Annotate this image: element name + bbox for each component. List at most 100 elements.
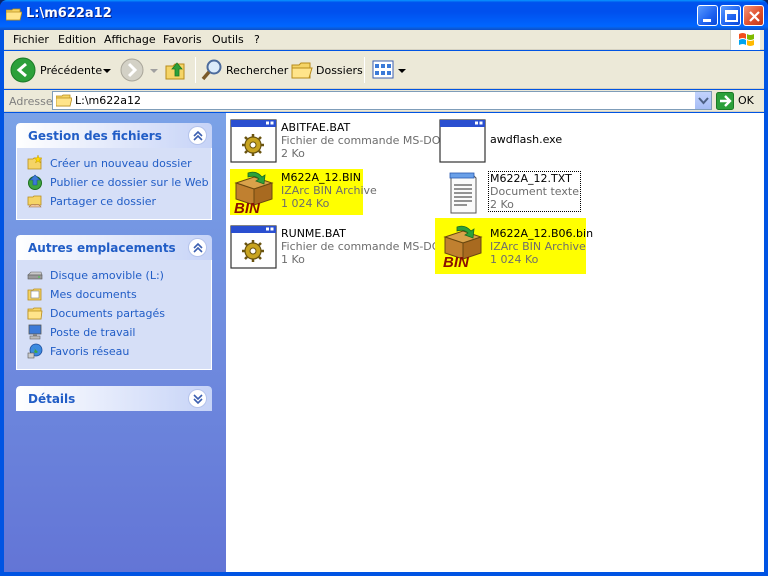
task-share-folder[interactable]: Partager ce dossier xyxy=(17,192,211,211)
address-bar: Adresse L:\m622a12 OK xyxy=(4,90,764,112)
place-network-favorites[interactable]: Favoris réseau xyxy=(17,342,211,361)
other-places-body: Disque amovible (L:) Mes documents Docum… xyxy=(16,260,212,370)
file-size: 2 Ko xyxy=(281,147,305,160)
minimize-icon xyxy=(703,19,711,22)
up-folder-button[interactable] xyxy=(164,56,190,84)
my-documents-icon xyxy=(27,288,42,301)
svg-text:BIN: BIN xyxy=(443,254,470,269)
chevron-down-icon xyxy=(103,69,111,73)
folders-button[interactable]: Dossiers xyxy=(290,56,363,84)
file-item[interactable]: RUNME.BAT Fichier de commande MS-DOS 1 K… xyxy=(230,225,447,271)
share-folder-icon xyxy=(27,195,42,208)
folders-label: Dossiers xyxy=(316,64,363,77)
file-name: M622A_12.B06.bin xyxy=(490,227,594,240)
maximize-button[interactable] xyxy=(720,5,741,26)
file-item[interactable]: awdflash.exe xyxy=(439,119,639,165)
place-my-computer[interactable]: Poste de travail xyxy=(17,323,211,342)
address-input[interactable]: L:\m622a12 xyxy=(52,91,712,110)
file-item[interactable]: ABITFAE.BAT Fichier de commande MS-DOS 2… xyxy=(230,119,447,165)
standard-toolbar: Précédente Rechercher Dossiers xyxy=(4,51,764,89)
collapse-chevron-icon[interactable] xyxy=(188,126,207,145)
file-name: M622A_12.BIN xyxy=(281,171,362,184)
task-publish-web[interactable]: Publier ce dossier sur le Web xyxy=(17,173,211,192)
file-name: RUNME.BAT xyxy=(281,227,346,240)
file-list-view[interactable]: ABITFAE.BAT Fichier de commande MS-DOS 2… xyxy=(226,113,764,572)
file-type: Fichier de commande MS-DOS xyxy=(281,240,448,253)
file-tasks-panel: Gestion des fichiers Créer un nouveau do… xyxy=(16,123,212,220)
windows-logo-icon xyxy=(730,30,760,50)
file-name: M622A_12.TXT xyxy=(490,172,572,185)
details-panel: Détails xyxy=(16,386,212,411)
batch-file-icon xyxy=(230,225,277,269)
back-label: Précédente xyxy=(40,64,103,77)
bin-archive-icon: BIN xyxy=(443,225,483,269)
file-name: ABITFAE.BAT xyxy=(281,121,351,134)
chevron-down-icon xyxy=(698,97,709,105)
task-pane: Gestion des fichiers Créer un nouveau do… xyxy=(4,113,226,572)
go-button[interactable]: OK xyxy=(716,92,760,110)
menu-edition[interactable]: Edition xyxy=(58,33,96,46)
back-arrow-icon xyxy=(10,57,36,83)
details-title: Détails xyxy=(28,392,76,406)
details-header[interactable]: Détails xyxy=(16,386,212,411)
menu-help[interactable]: ? xyxy=(254,33,260,46)
file-size: 2 Ko xyxy=(490,198,514,211)
file-type: IZArc BIN Archive xyxy=(281,184,377,197)
close-button[interactable] xyxy=(743,5,764,26)
file-item[interactable]: BIN M622A_12.BIN IZArc BIN Archive 1 024… xyxy=(230,169,377,215)
window-title: L:\m622a12 xyxy=(26,6,112,21)
file-tasks-body: Créer un nouveau dossier Publier ce doss… xyxy=(16,148,212,220)
task-new-folder[interactable]: Créer un nouveau dossier xyxy=(17,154,211,173)
go-arrow-icon xyxy=(716,92,734,110)
shared-documents-icon xyxy=(27,307,43,320)
other-places-header[interactable]: Autres emplacements xyxy=(16,235,212,260)
search-icon xyxy=(201,59,222,81)
forward-button[interactable] xyxy=(118,56,158,84)
my-computer-icon xyxy=(28,324,42,340)
file-item[interactable]: BIN M622A_12.B06.bin IZArc BIN Archive 1… xyxy=(435,218,593,274)
file-size: 1 024 Ko xyxy=(490,253,539,266)
views-button[interactable] xyxy=(370,56,406,84)
chevron-down-icon xyxy=(150,69,158,73)
svg-text:BIN: BIN xyxy=(234,200,261,215)
expand-chevron-icon[interactable] xyxy=(188,389,207,408)
file-size: 1 024 Ko xyxy=(281,197,330,210)
menu-fichier[interactable]: Fichier xyxy=(13,33,49,46)
place-my-documents[interactable]: Mes documents xyxy=(17,285,211,304)
title-bar[interactable]: L:\m622a12 xyxy=(0,0,768,30)
place-removable-disk[interactable]: Disque amovible (L:) xyxy=(17,266,211,285)
file-type: IZArc BIN Archive xyxy=(490,240,586,253)
search-button[interactable]: Rechercher xyxy=(200,56,289,84)
bin-archive-icon: BIN xyxy=(234,171,274,215)
file-tasks-title: Gestion des fichiers xyxy=(28,129,162,143)
address-label: Adresse xyxy=(9,95,53,108)
explorer-window: L:\m622a12 Fichier Edition Affichage Fav… xyxy=(0,0,768,576)
menu-affichage[interactable]: Affichage xyxy=(104,33,156,46)
go-label: OK xyxy=(738,94,754,107)
collapse-chevron-icon[interactable] xyxy=(188,238,207,257)
folder-icon xyxy=(56,94,72,107)
minimize-button[interactable] xyxy=(697,5,718,26)
network-globe-icon xyxy=(27,343,43,359)
file-tasks-header[interactable]: Gestion des fichiers xyxy=(16,123,212,148)
close-icon xyxy=(749,11,760,22)
address-dropdown-button[interactable] xyxy=(694,92,711,109)
batch-file-icon xyxy=(230,119,277,163)
search-label: Rechercher xyxy=(226,64,289,77)
folder-icon xyxy=(6,8,22,21)
toolbar-separator xyxy=(364,57,365,83)
file-item[interactable]: M622A_12.TXT Document texte 2 Ko xyxy=(439,169,639,215)
chevron-down-icon xyxy=(398,69,406,73)
menu-favoris[interactable]: Favoris xyxy=(163,33,202,46)
other-places-panel: Autres emplacements Disque amovible (L:) xyxy=(16,235,212,370)
menu-outils[interactable]: Outils xyxy=(212,33,244,46)
place-shared-documents[interactable]: Documents partagés xyxy=(17,304,211,323)
folders-icon xyxy=(291,62,313,79)
menu-bar: Fichier Edition Affichage Favoris Outils… xyxy=(4,30,764,50)
file-name: awdflash.exe xyxy=(490,133,563,146)
other-places-title: Autres emplacements xyxy=(28,241,176,255)
notepad-icon xyxy=(449,172,477,214)
address-value: L:\m622a12 xyxy=(75,94,141,107)
back-button[interactable]: Précédente xyxy=(10,56,111,84)
new-folder-icon xyxy=(27,155,43,170)
